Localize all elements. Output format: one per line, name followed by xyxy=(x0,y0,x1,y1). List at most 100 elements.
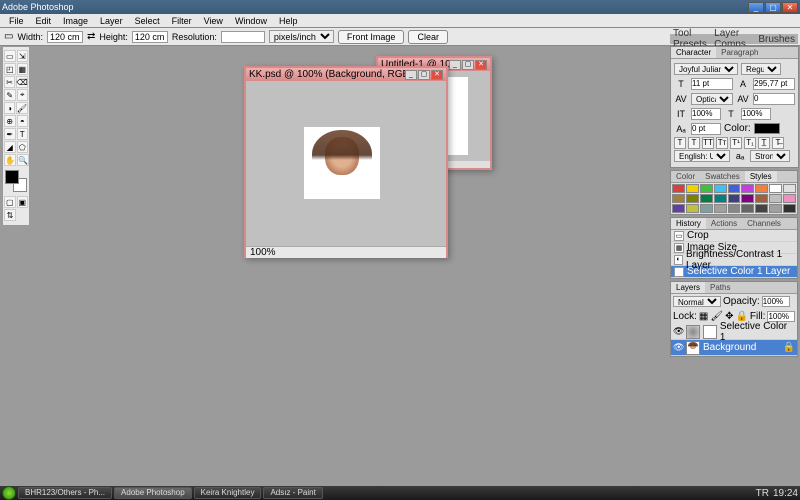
style-swatch[interactable] xyxy=(686,194,699,203)
tool-move[interactable]: ⇲ xyxy=(17,50,29,62)
style-swatch[interactable] xyxy=(728,194,741,203)
tool-slice[interactable]: ⌫ xyxy=(16,76,28,88)
menu-window[interactable]: Window xyxy=(229,16,273,26)
style-swatch[interactable] xyxy=(672,204,685,213)
doc-maximize-button[interactable]: ▢ xyxy=(418,70,430,80)
style-swatch[interactable] xyxy=(755,194,768,203)
menu-image[interactable]: Image xyxy=(57,16,94,26)
style-swatch[interactable] xyxy=(672,194,685,203)
layer-mask-thumbnail[interactable] xyxy=(703,325,717,339)
style-swatch[interactable] xyxy=(672,184,685,193)
taskbar-item[interactable]: Keira Knightley xyxy=(194,487,262,499)
style-swatch[interactable] xyxy=(741,194,754,203)
tool-hand[interactable]: ✋ xyxy=(4,154,16,166)
tab-history[interactable]: History xyxy=(671,218,706,229)
baseline-input[interactable] xyxy=(691,123,721,135)
style-swatch[interactable] xyxy=(755,204,768,213)
blend-mode-select[interactable]: Normal xyxy=(673,296,721,307)
style-swatch[interactable] xyxy=(769,204,782,213)
font-style-select[interactable]: Regular xyxy=(741,63,781,75)
style-swatch[interactable] xyxy=(741,204,754,213)
tab-channels[interactable]: Channels xyxy=(742,218,786,229)
tab-swatches[interactable]: Swatches xyxy=(700,171,745,182)
bold-button[interactable]: T xyxy=(674,137,686,149)
style-swatch[interactable] xyxy=(769,194,782,203)
vscale-input[interactable] xyxy=(691,108,721,120)
menu-filter[interactable]: Filter xyxy=(166,16,198,26)
swap-icon[interactable]: ⇄ xyxy=(87,31,95,42)
font-size-input[interactable] xyxy=(691,78,733,90)
language-select[interactable]: English: USA xyxy=(674,150,730,162)
menu-edit[interactable]: Edit xyxy=(30,16,58,26)
superscript-button[interactable]: T¹ xyxy=(730,137,742,149)
tool-history-brush[interactable]: 🖌 xyxy=(16,102,28,114)
history-item[interactable]: ◐Brightness/Contrast 1 Layer xyxy=(671,254,797,266)
tool-shape[interactable]: ⬠ xyxy=(17,141,29,153)
screen-mode-full[interactable]: ▣ xyxy=(17,196,29,208)
tab-styles[interactable]: Styles xyxy=(745,171,777,182)
fg-bg-colors[interactable] xyxy=(5,170,27,192)
style-swatch[interactable] xyxy=(755,184,768,193)
tab-color[interactable]: Color xyxy=(671,171,700,182)
doc-close-button[interactable]: ✕ xyxy=(475,60,487,70)
opacity-input[interactable] xyxy=(762,296,790,307)
front-image-button[interactable]: Front Image xyxy=(338,30,405,44)
tool-zoom[interactable]: 🔍 xyxy=(17,154,29,166)
style-swatch[interactable] xyxy=(700,194,713,203)
strike-button[interactable]: T̶ xyxy=(772,137,784,149)
history-item[interactable]: ◑Selective Color 1 Layer xyxy=(671,266,797,278)
layer-item[interactable]: 👁Selective Color 1 xyxy=(671,324,797,340)
tool-magic-wand[interactable]: ▦ xyxy=(17,63,29,75)
taskbar-item[interactable]: Adsız - Paint xyxy=(263,487,322,499)
resolution-unit-select[interactable]: pixels/inch xyxy=(269,30,334,43)
style-swatch[interactable] xyxy=(700,204,713,213)
style-swatch[interactable] xyxy=(741,184,754,193)
italic-button[interactable]: T xyxy=(688,137,700,149)
style-swatch[interactable] xyxy=(783,184,796,193)
smallcaps-button[interactable]: Tᴛ xyxy=(716,137,728,149)
kerning-select[interactable]: Optical xyxy=(691,93,733,105)
tool-healing[interactable]: ✎ xyxy=(4,89,16,101)
tool-gradient[interactable]: ◓ xyxy=(17,115,29,127)
lock-transparency-icon[interactable]: ▦ xyxy=(699,311,708,322)
window-maximize-button[interactable]: ▢ xyxy=(765,2,781,13)
menu-help[interactable]: Help xyxy=(273,16,304,26)
jump-to-imageready[interactable]: ⇅ xyxy=(4,209,16,221)
subscript-button[interactable]: T₁ xyxy=(744,137,756,149)
tab-paragraph[interactable]: Paragraph xyxy=(716,47,763,58)
layer-thumbnail[interactable] xyxy=(686,325,700,339)
resolution-input[interactable] xyxy=(221,31,265,43)
tracking-input[interactable] xyxy=(753,93,795,105)
tool-crop[interactable]: ✂ xyxy=(4,76,15,88)
tool-rect-marquee[interactable]: ▭ xyxy=(4,50,16,62)
width-input[interactable] xyxy=(47,31,83,43)
font-family-select[interactable]: Joyful Juliana xyxy=(674,63,738,75)
style-swatch[interactable] xyxy=(700,184,713,193)
allcaps-button[interactable]: TT xyxy=(702,137,714,149)
tab-layers[interactable]: Layers xyxy=(671,282,705,293)
menu-layer[interactable]: Layer xyxy=(94,16,129,26)
tool-path[interactable]: ◢ xyxy=(4,141,16,153)
underline-button[interactable]: T̲ xyxy=(758,137,770,149)
screen-mode-standard[interactable]: ▢ xyxy=(4,196,16,208)
tab-paths[interactable]: Paths xyxy=(705,282,735,293)
tool-pen[interactable]: ✒ xyxy=(4,128,16,140)
tool-brush[interactable]: ⌖ xyxy=(17,89,29,101)
text-color-swatch[interactable] xyxy=(754,123,780,134)
style-swatch[interactable] xyxy=(783,204,796,213)
window-minimize-button[interactable]: _ xyxy=(748,2,764,13)
style-swatch[interactable] xyxy=(714,184,727,193)
start-button[interactable] xyxy=(2,486,16,500)
style-swatch[interactable] xyxy=(783,194,796,203)
tab-character[interactable]: Character xyxy=(671,47,716,58)
clear-button[interactable]: Clear xyxy=(408,30,448,44)
doc-zoom[interactable]: 100% xyxy=(250,247,276,258)
taskbar-item[interactable]: BHR123/Others - Ph... xyxy=(18,487,112,499)
layer-visibility-icon[interactable]: 👁 xyxy=(673,326,683,337)
hscale-input[interactable] xyxy=(741,108,771,120)
style-swatch[interactable] xyxy=(686,204,699,213)
style-swatch[interactable] xyxy=(728,184,741,193)
window-close-button[interactable]: ✕ xyxy=(782,2,798,13)
tab-actions[interactable]: Actions xyxy=(706,218,742,229)
style-swatch[interactable] xyxy=(714,204,727,213)
